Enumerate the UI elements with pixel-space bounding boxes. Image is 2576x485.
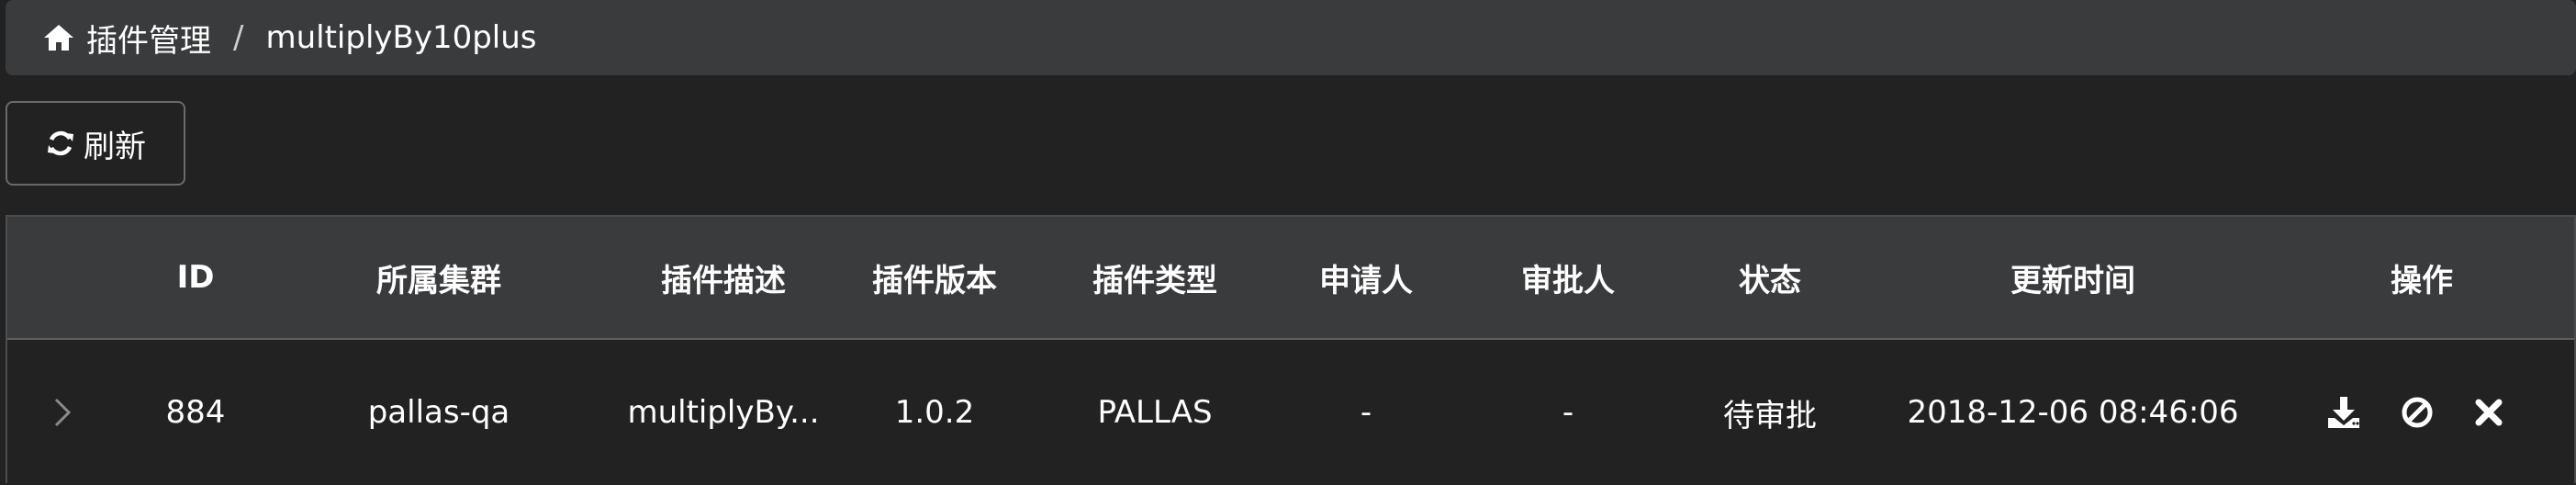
delete-button[interactable] [2466, 340, 2512, 485]
header-description[interactable]: 插件描述 [586, 217, 861, 338]
home-icon[interactable] [42, 23, 75, 52]
close-icon [2475, 399, 2503, 426]
cell-approver: - [1562, 394, 1574, 431]
breadcrumb: 插件管理 / multiplyBy10plus [6, 0, 2576, 75]
table-row[interactable]: 884 pallas-qa multiplyBy... 1.0.2 PALLAS… [7, 340, 2574, 485]
cell-type: PALLAS [1097, 394, 1213, 431]
cell-status: 待审批 [1723, 397, 1817, 434]
download-icon [2328, 397, 2359, 428]
header-applicant[interactable]: 申请人 [1274, 217, 1458, 338]
breadcrumb-root[interactable]: 插件管理 [86, 16, 211, 61]
breadcrumb-separator: / [233, 19, 244, 56]
header-actions: 操作 [2391, 262, 2453, 299]
header-id[interactable]: ID [145, 217, 246, 338]
refresh-icon [48, 130, 73, 156]
cell-updated: 2018-12-06 08:46:06 [1907, 394, 2239, 431]
row-expand[interactable] [44, 340, 81, 485]
header-approver[interactable]: 审批人 [1467, 217, 1669, 338]
plugin-table: ID 所属集群 插件描述 插件版本 插件类型 申请人 审批人 状态 更新时间 操… [6, 215, 2576, 485]
header-cluster[interactable]: 所属集群 [319, 217, 558, 338]
ban-icon [2402, 397, 2433, 428]
cell-version: 1.0.2 [894, 394, 975, 431]
download-button[interactable] [2321, 340, 2367, 485]
cell-description: multiplyBy... [627, 394, 820, 431]
reject-button[interactable] [2394, 340, 2440, 485]
cell-applicant: - [1360, 394, 1372, 431]
cell-cluster: pallas-qa [367, 394, 510, 431]
chevron-right-icon [54, 398, 72, 427]
header-updated[interactable]: 更新时间 [1880, 217, 2266, 338]
refresh-label: 刷新 [84, 128, 146, 165]
header-status[interactable]: 状态 [1669, 217, 1871, 338]
cell-id: 884 [165, 394, 226, 431]
refresh-button[interactable]: 刷新 [6, 101, 185, 186]
header-version[interactable]: 插件版本 [834, 217, 1036, 338]
breadcrumb-current: multiplyBy10plus [265, 19, 537, 56]
table-header: ID 所属集群 插件描述 插件版本 插件类型 申请人 审批人 状态 更新时间 操… [7, 217, 2574, 340]
header-type[interactable]: 插件类型 [1054, 217, 1256, 338]
